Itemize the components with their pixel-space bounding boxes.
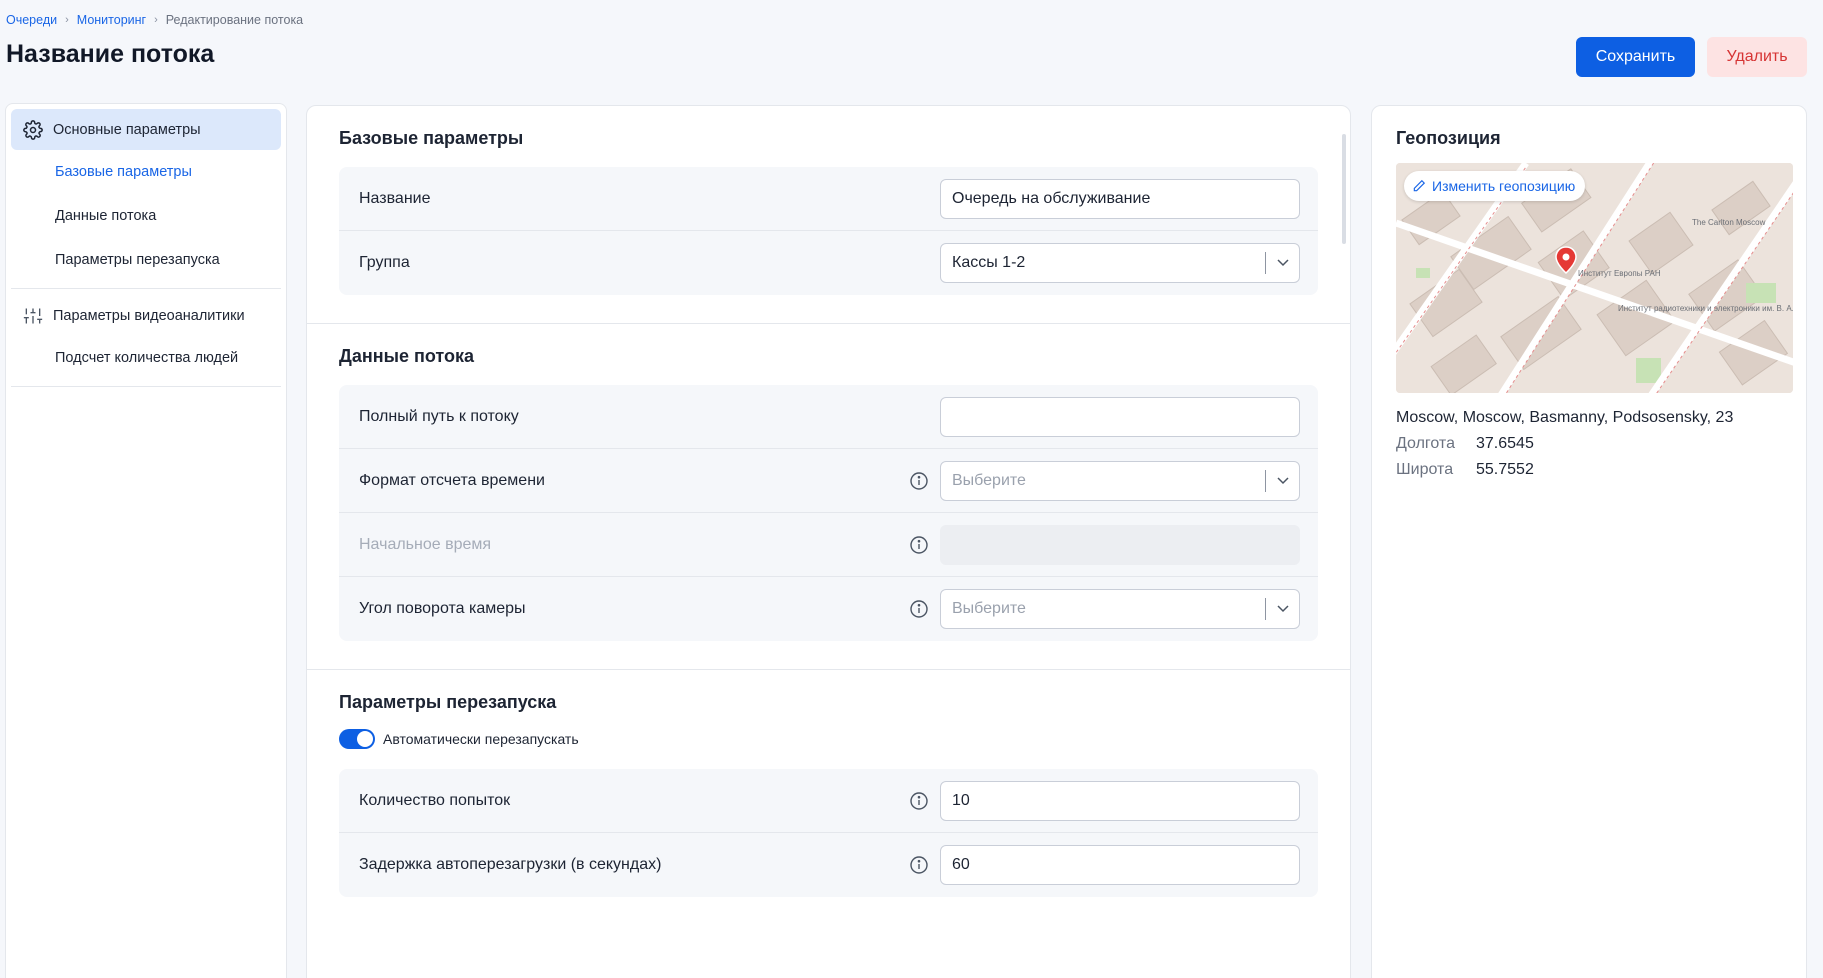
- save-button[interactable]: Сохранить: [1576, 37, 1695, 77]
- form-rows: Количество попыток 10 Задержка автоперез…: [339, 769, 1318, 897]
- pencil-icon: [1413, 179, 1426, 192]
- start-time-input: [940, 525, 1300, 565]
- select-placeholder: Выберите: [952, 600, 1026, 617]
- delay-input[interactable]: 60: [940, 845, 1300, 885]
- latitude-row: Широта 55.7552: [1396, 461, 1782, 479]
- sidebar-item-restart-params[interactable]: Параметры перезапуска: [11, 238, 281, 282]
- longitude-row: Долгота 37.6545: [1396, 435, 1782, 453]
- chevron-down-icon[interactable]: [1265, 252, 1299, 274]
- chevron-right-icon: ›: [65, 14, 69, 26]
- form-row: Полный путь к потоку: [339, 385, 1318, 449]
- sidebar-item-label: Параметры видеоаналитики: [53, 307, 245, 324]
- longitude-value: 37.6545: [1476, 435, 1534, 452]
- chevron-down-icon[interactable]: [1265, 598, 1299, 620]
- geo-title: Геопозиция: [1396, 128, 1501, 148]
- field-label: Задержка автоперезагрузки (в секундах): [359, 856, 662, 873]
- breadcrumb-current: Редактирование потока: [165, 13, 304, 27]
- change-geo-label: Изменить геопозицию: [1432, 178, 1576, 194]
- rotation-select[interactable]: Выберите: [940, 589, 1300, 629]
- section-title: Параметры перезапуска: [339, 692, 557, 712]
- geo-address: Moscow, Moscow, Basmanny, Podsosensky, 2…: [1396, 409, 1734, 426]
- attempts-input[interactable]: 10: [940, 781, 1300, 821]
- nav-group-analytics: Параметры видеоаналитики Подсчет количес…: [11, 295, 281, 387]
- scrollbar[interactable]: [1342, 134, 1346, 244]
- latitude-label: Широта: [1396, 461, 1454, 478]
- delete-button[interactable]: Удалить: [1707, 37, 1807, 77]
- page-title: Название потока: [6, 40, 215, 68]
- info-icon[interactable]: [909, 535, 929, 555]
- delay-value: 60: [952, 856, 970, 873]
- map-label-institute-radio: Институт радиотехники и электроники им. …: [1618, 304, 1793, 313]
- info-icon[interactable]: [909, 599, 929, 619]
- section-title: Базовые параметры: [339, 128, 524, 148]
- toggle-label: Автоматически перезапускать: [383, 731, 579, 747]
- field-label: Группа: [359, 254, 410, 271]
- info-icon[interactable]: [909, 855, 929, 875]
- field-label: Количество попыток: [359, 791, 511, 809]
- latitude-value: 55.7552: [1476, 461, 1534, 478]
- sidebar-item-main-params[interactable]: Основные параметры: [11, 109, 281, 150]
- longitude-label: Долгота: [1396, 435, 1455, 452]
- time-format-select[interactable]: Выберите: [940, 461, 1300, 501]
- change-geo-button[interactable]: Изменить геопозицию: [1404, 171, 1586, 201]
- sidebar: Основные параметры Базовые параметры Дан…: [5, 103, 287, 978]
- section-restart-params: Параметры перезапуска Автоматически пере…: [307, 670, 1350, 925]
- sidebar-item-label: Основные параметры: [53, 121, 201, 138]
- sidebar-item-people-count[interactable]: Подсчет количества людей: [11, 336, 281, 380]
- form-rows: Полный путь к потоку Формат отсчета врем…: [339, 385, 1318, 641]
- auto-restart-row: Автоматически перезапускать: [339, 729, 1318, 749]
- section-stream-data: Данные потока Полный путь к потоку Форма…: [307, 324, 1350, 670]
- settings-card: Базовые параметры Название Очередь на об…: [306, 105, 1351, 978]
- field-label: Полный путь к потоку: [359, 407, 519, 425]
- form-row: Задержка автоперезагрузки (в секундах) 6…: [339, 833, 1318, 897]
- field-label: Название: [359, 189, 431, 207]
- sidebar-item-base-params[interactable]: Базовые параметры: [11, 150, 281, 194]
- form-row: Группа Кассы 1-2: [339, 231, 1318, 295]
- map-label-hotel: The Carlton Moscow: [1692, 218, 1766, 227]
- breadcrumb-queues[interactable]: Очереди: [6, 13, 57, 27]
- breadcrumb: Очереди › Мониторинг › Редактирование по…: [6, 13, 303, 27]
- geo-card: Геопозиция Институт Европы РАН Институт …: [1371, 105, 1807, 978]
- form-row: Формат отсчета времени Выберите: [339, 449, 1318, 513]
- sliders-icon: [23, 306, 43, 326]
- stream-path-input[interactable]: [940, 397, 1300, 437]
- name-value: Очередь на обслуживание: [952, 190, 1151, 207]
- map-label-institute-europe: Институт Европы РАН: [1578, 269, 1661, 278]
- field-label: Угол поворота камеры: [359, 600, 526, 617]
- gear-icon: [23, 119, 43, 140]
- map[interactable]: Институт Европы РАН Институт радиотехник…: [1396, 163, 1793, 393]
- form-row: Угол поворота камеры Выберите: [339, 577, 1318, 641]
- group-select[interactable]: Кассы 1-2: [940, 243, 1300, 283]
- form-rows: Название Очередь на обслуживание Группа …: [339, 167, 1318, 295]
- select-placeholder: Выберите: [952, 472, 1026, 489]
- info-icon[interactable]: [909, 471, 929, 491]
- field-label: Формат отсчета времени: [359, 471, 545, 489]
- toggle-knob: [357, 731, 373, 747]
- form-row: Начальное время: [339, 513, 1318, 577]
- section-title: Данные потока: [339, 346, 474, 366]
- chevron-down-icon[interactable]: [1265, 470, 1299, 492]
- form-row: Количество попыток 10: [339, 769, 1318, 833]
- name-input[interactable]: Очередь на обслуживание: [940, 179, 1300, 219]
- info-icon[interactable]: [909, 791, 929, 811]
- nav-group-main: Основные параметры Базовые параметры Дан…: [11, 109, 281, 289]
- sidebar-item-video-analytics[interactable]: Параметры видеоаналитики: [11, 295, 281, 336]
- attempts-value: 10: [952, 792, 970, 809]
- breadcrumb-monitoring[interactable]: Мониторинг: [77, 13, 146, 27]
- auto-restart-toggle[interactable]: [339, 729, 375, 749]
- group-value: Кассы 1-2: [952, 254, 1026, 271]
- form-row: Название Очередь на обслуживание: [339, 167, 1318, 231]
- chevron-right-icon: ›: [154, 14, 158, 26]
- field-label: Начальное время: [359, 535, 492, 553]
- section-base-params: Базовые параметры Название Очередь на об…: [307, 106, 1350, 324]
- sidebar-item-stream-data[interactable]: Данные потока: [11, 194, 281, 238]
